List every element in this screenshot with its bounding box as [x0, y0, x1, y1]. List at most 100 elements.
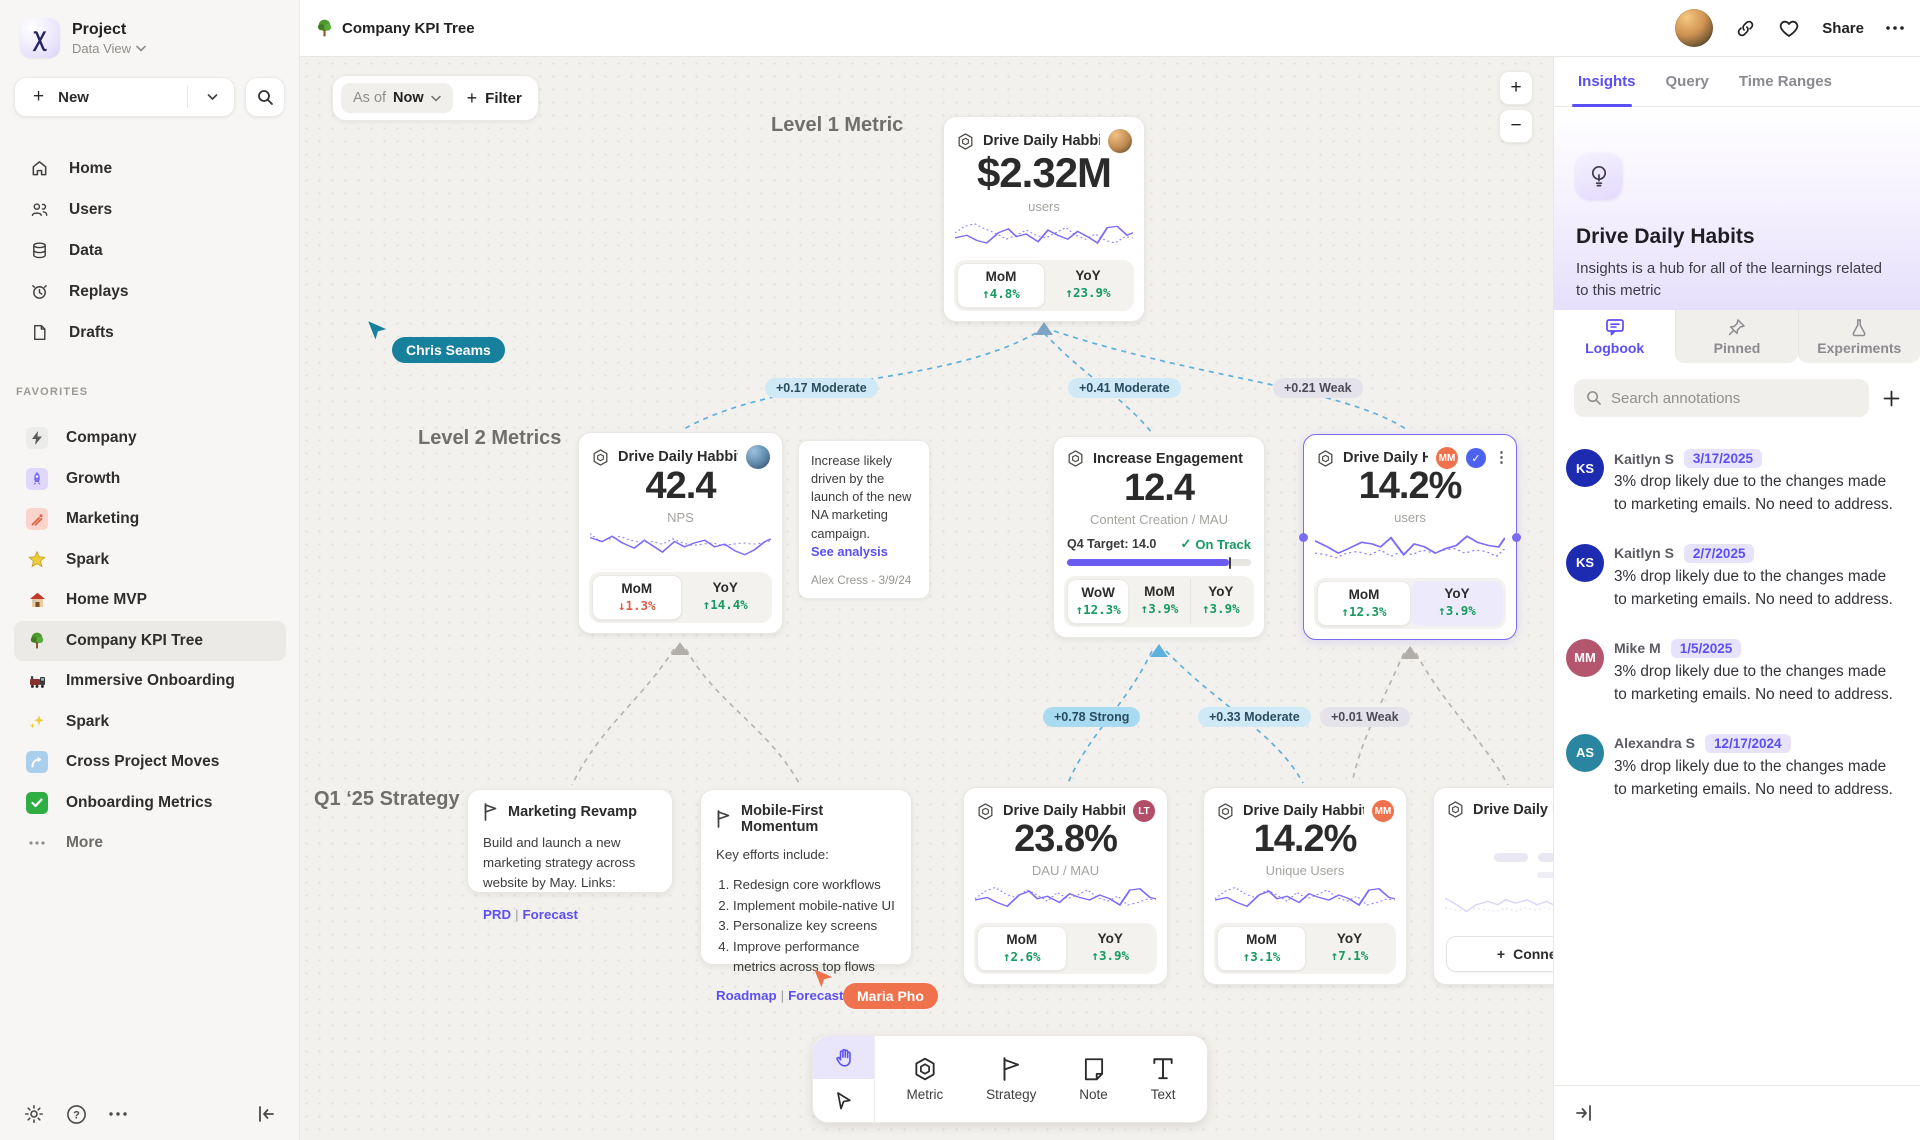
metric-card-unique-users[interactable]: Drive Daily Habbits MM 14.2% Unique User…	[1203, 787, 1407, 985]
metric-card-nps[interactable]: Drive Daily Habbits 42.4 NPS MoM ↓1.3% Y…	[578, 432, 783, 634]
metric-card-engagement[interactable]: Increase Engagement 12.4 Content Creatio…	[1053, 436, 1265, 638]
annotation-item[interactable]: KS Kaitlyn S 2/7/2025 3% drop likely due…	[1566, 544, 1898, 612]
project-switcher[interactable]: Ꭓ Project Data View	[20, 18, 146, 58]
project-data-view[interactable]: Data View	[72, 41, 146, 56]
tab-time-ranges[interactable]: Time Ranges	[1739, 73, 1832, 90]
sidebar-item-replays[interactable]: Replays	[0, 271, 300, 312]
see-analysis-link[interactable]: See analysis	[811, 544, 917, 559]
sidebar-item-onboarding-metrics[interactable]: Onboarding Metrics	[14, 783, 286, 824]
subtab-logbook[interactable]: Logbook	[1554, 310, 1675, 363]
canvas-note[interactable]: Increase likely driven by the launch of …	[798, 440, 930, 599]
yoy-stat[interactable]: YoY ↑7.1%	[1306, 926, 1393, 971]
share-button[interactable]: Share	[1822, 20, 1864, 37]
metric-hexagon-icon	[591, 448, 610, 467]
tab-insights[interactable]: Insights	[1578, 73, 1636, 90]
annotation-item[interactable]: KS Kaitlyn S 3/17/2025 3% drop likely du…	[1566, 449, 1898, 517]
mom-stat[interactable]: MoM ↑3.1%	[1217, 926, 1306, 971]
annotation-item[interactable]: MM Mike M 1/5/2025 3% drop likely due to…	[1566, 639, 1898, 707]
settings-gear-icon[interactable]	[24, 1104, 44, 1124]
sidebar-item-data[interactable]: Data	[0, 230, 300, 271]
annotation-search[interactable]	[1574, 379, 1869, 417]
flag-icon	[483, 803, 498, 821]
chevron-down-icon[interactable]	[207, 93, 218, 101]
metric-tool-button[interactable]: Metric	[906, 1056, 943, 1102]
selection-handle-right[interactable]	[1512, 533, 1521, 542]
sidebar-item-more[interactable]: More	[14, 823, 286, 864]
favorite-heart-icon[interactable]	[1778, 18, 1800, 38]
yoy-stat[interactable]: YoY ↑23.9%	[1045, 263, 1131, 308]
sidebar-item-growth[interactable]: Growth	[14, 459, 286, 500]
kebab-menu-icon[interactable]: ⋮	[1494, 455, 1504, 461]
annotation-author: Kaitlyn S	[1614, 451, 1674, 467]
wow-stat[interactable]: WoW ↑12.3%	[1067, 579, 1129, 624]
zoom-out-button[interactable]: −	[1499, 109, 1533, 143]
avatar: KS	[1566, 449, 1604, 487]
sparkline-chart	[955, 216, 1133, 252]
add-filter-button[interactable]: + Filter	[467, 88, 522, 109]
sidebar-item-home-mvp[interactable]: Home MVP	[14, 580, 286, 621]
more-options-icon[interactable]	[1886, 26, 1904, 30]
zoom-in-button[interactable]: +	[1499, 71, 1533, 105]
subtab-pinned[interactable]: Pinned	[1675, 310, 1797, 363]
selection-handle-left[interactable]	[1299, 533, 1308, 542]
stat-value: ↑14.4%	[682, 597, 770, 612]
sidebar-item-home[interactable]: Home	[0, 148, 300, 189]
mom-stat[interactable]: MoM ↑3.9%	[1129, 579, 1189, 624]
sidebar-item-spark-2[interactable]: Spark	[14, 702, 286, 743]
select-tool-button[interactable]	[813, 1079, 874, 1122]
metric-card-ghost[interactable]: Drive Daily Hab + Connect	[1433, 787, 1553, 985]
add-annotation-icon[interactable]	[1883, 390, 1900, 407]
more-options-icon[interactable]	[109, 1112, 127, 1116]
mom-stat[interactable]: MoM ↑12.3%	[1317, 581, 1411, 626]
yoy-stat[interactable]: YoY ↑3.9%	[1411, 581, 1503, 626]
roadmap-link[interactable]: Roadmap	[716, 988, 777, 1003]
collapse-panel-icon[interactable]	[1574, 1104, 1594, 1122]
hand-tool-button[interactable]	[813, 1036, 874, 1079]
link-icon[interactable]	[1735, 18, 1756, 39]
sidebar-item-cross-project-moves[interactable]: Cross Project Moves	[14, 742, 286, 783]
yoy-stat[interactable]: YoY ↑3.9%	[1067, 926, 1155, 971]
strategy-card-mobile-first[interactable]: Mobile-First Momentum Key efforts includ…	[700, 789, 912, 965]
collapse-sidebar-icon[interactable]	[256, 1105, 276, 1123]
yoy-stat[interactable]: YoY ↑3.9%	[1190, 579, 1251, 624]
as-of-dropdown[interactable]: As of Now	[341, 83, 453, 113]
kpi-tree-canvas[interactable]: As of Now + Filter + − Level 1 Metric Le…	[300, 57, 1553, 1140]
sidebar-item-label: Home MVP	[66, 591, 147, 609]
tab-query[interactable]: Query	[1666, 73, 1709, 90]
strategy-body: Build and launch a new marketing strateg…	[483, 833, 657, 893]
mom-stat[interactable]: MoM ↑2.6%	[977, 926, 1067, 971]
strategy-tool-button[interactable]: Strategy	[986, 1056, 1036, 1102]
prd-link[interactable]: PRD	[483, 907, 511, 922]
annotation-search-input[interactable]	[1611, 390, 1857, 407]
note-tool-button[interactable]: Note	[1079, 1056, 1108, 1102]
yoy-stat[interactable]: YoY ↑14.4%	[682, 575, 770, 620]
mom-stat[interactable]: MoM ↑4.8%	[957, 263, 1045, 308]
strategy-card-marketing-revamp[interactable]: Marketing Revamp Build and launch a new …	[467, 789, 673, 893]
connect-button[interactable]: + Connect	[1446, 936, 1553, 972]
metric-card-dau-mau[interactable]: Drive Daily Habbits LT 23.8% DAU / MAU M…	[963, 787, 1168, 985]
sidebar-item-users[interactable]: Users	[0, 189, 300, 230]
sidebar-item-company-kpi-tree[interactable]: Company KPI Tree	[14, 621, 286, 662]
metric-value: 14.2%	[1359, 465, 1462, 508]
check-icon: ✓	[1180, 536, 1191, 552]
sidebar-item-spark[interactable]: Spark	[14, 540, 286, 581]
subtab-experiments[interactable]: Experiments	[1798, 310, 1920, 363]
stat-label: YoY	[682, 580, 770, 595]
forecast-link[interactable]: Forecast	[788, 988, 843, 1003]
note-text: Increase likely driven by the launch of …	[811, 452, 917, 543]
help-icon[interactable]: ?	[66, 1104, 87, 1125]
sidebar-item-drafts[interactable]: Drafts	[0, 312, 300, 353]
forecast-link[interactable]: Forecast	[523, 907, 578, 922]
sidebar-item-marketing[interactable]: Marketing	[14, 499, 286, 540]
mom-stat[interactable]: MoM ↓1.3%	[592, 575, 682, 620]
tool-label: Text	[1151, 1087, 1176, 1102]
search-button[interactable]	[245, 77, 285, 117]
sidebar-item-company[interactable]: Company	[14, 418, 286, 459]
metric-card-level1[interactable]: Drive Daily Habbits $2.32M users MoM ↑4.…	[943, 116, 1145, 322]
new-button[interactable]: + New	[14, 77, 235, 117]
user-avatar[interactable]	[1675, 9, 1713, 47]
sidebar-item-immersive-onboarding[interactable]: Immersive Onboarding	[14, 661, 286, 702]
text-tool-button[interactable]: Text	[1151, 1056, 1176, 1102]
metric-card-selected[interactable]: Drive Daily Habb.. MM ✓ ⋮ 14.2% users Mo…	[1303, 434, 1517, 640]
annotation-item[interactable]: AS Alexandra S 12/17/2024 3% drop likely…	[1566, 734, 1898, 802]
